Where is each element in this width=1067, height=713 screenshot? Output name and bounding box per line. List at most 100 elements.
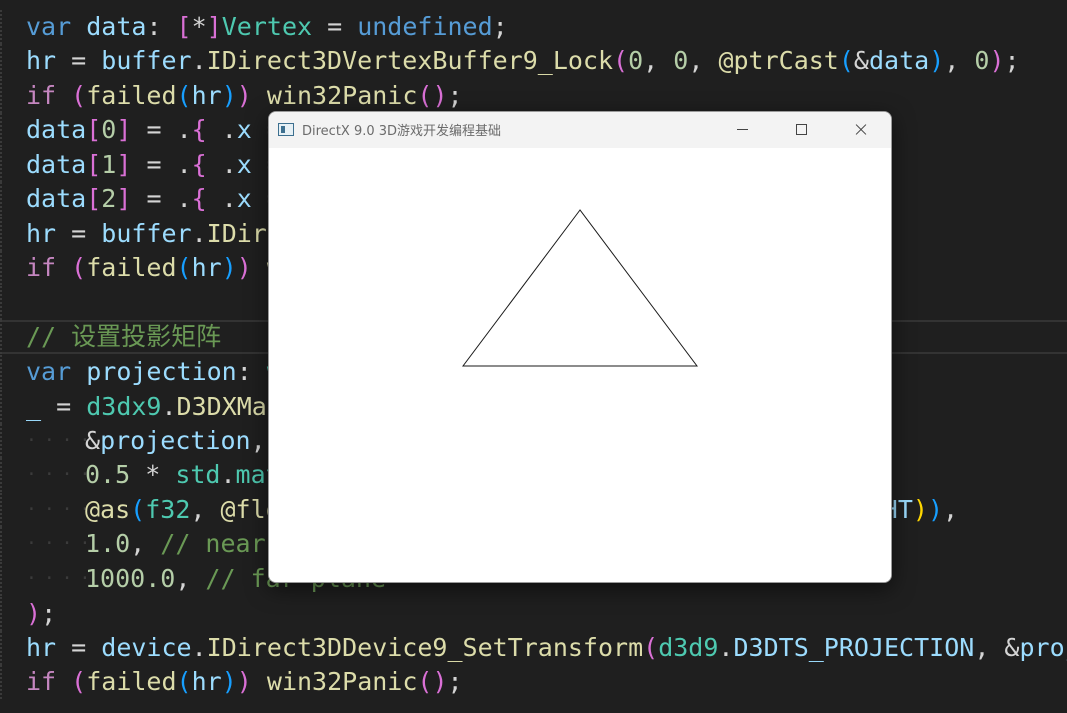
code-token: data <box>26 150 87 179</box>
indent-guide <box>0 424 16 458</box>
code-token: : <box>146 12 177 41</box>
code-text: hr = device.IDirect3DDevice9_SetTransfor… <box>26 631 1067 665</box>
indent-guide <box>0 286 16 320</box>
indent-guide <box>0 148 16 182</box>
code-token: ; <box>447 81 463 110</box>
code-token: 1 <box>101 150 117 179</box>
indent-guide <box>0 10 16 44</box>
code-token: , <box>688 46 719 75</box>
code-token: . <box>176 115 192 144</box>
code-token: 1000.0 <box>85 564 176 593</box>
code-token: , <box>944 46 975 75</box>
code-token: ] <box>206 12 222 41</box>
code-token: = <box>56 633 102 662</box>
code-token: , <box>943 495 959 524</box>
code-token: = <box>131 184 177 213</box>
code-text: var data: [*]Vertex = undefined; <box>26 10 508 44</box>
code-text: data[2] = .{ .x = <box>26 182 282 216</box>
code-token: , <box>250 426 266 455</box>
code-token: , <box>130 529 161 558</box>
code-token: & <box>1004 633 1020 662</box>
code-token: win32Panic <box>266 81 418 110</box>
code-text: 0.5 * std.mat <box>85 458 281 492</box>
code-token: @ptrCast <box>718 46 839 75</box>
code-token: [ <box>176 12 192 41</box>
code-token: d3d9 <box>658 633 719 662</box>
code-token: projection <box>100 426 251 455</box>
code-token: . <box>176 184 192 213</box>
code-token: ) <box>929 46 945 75</box>
code-token: failed <box>86 81 177 110</box>
code-token: hr <box>191 81 222 110</box>
code-token: data <box>868 46 930 75</box>
code-token: = <box>56 46 102 75</box>
code-token: var <box>26 357 87 386</box>
code-token: . <box>206 150 237 179</box>
code-token: IDirect3DDevice9_SetTransform <box>206 633 644 662</box>
code-token: failed <box>86 253 177 282</box>
code-text: 1.0, // near <box>85 527 266 561</box>
code-text: data[1] = .{ .x = <box>26 148 282 182</box>
code-token: hr <box>26 219 57 248</box>
code-token: ( <box>71 81 87 110</box>
code-token: ) <box>26 599 42 628</box>
code-token: ( <box>176 81 192 110</box>
code-token: data <box>26 184 87 213</box>
indent-guide <box>0 79 16 113</box>
render-area[interactable] <box>269 148 891 582</box>
code-token: () <box>417 81 448 110</box>
code-token: ] <box>116 150 132 179</box>
code-token: ] <box>116 115 132 144</box>
code-token: IDirect3DVertexBuffer9_Lock <box>206 46 614 75</box>
code-token: { <box>191 115 207 144</box>
window-title: DirectX 9.0 3D游戏开发编程基础 <box>302 124 502 139</box>
code-token: _ <box>26 392 42 421</box>
code-token: , <box>974 633 1005 662</box>
code-token: : <box>236 357 267 386</box>
rendered-triangle <box>462 209 698 367</box>
code-token: { <box>191 150 207 179</box>
code-token: ( <box>71 667 87 696</box>
code-token: x <box>236 184 252 213</box>
code-token: . <box>718 633 734 662</box>
indent-guide <box>0 665 16 699</box>
code-token: , <box>175 564 206 593</box>
minimize-button[interactable] <box>719 112 765 148</box>
code-text: &projection, <box>85 424 266 458</box>
code-token: ) <box>236 667 252 696</box>
indent-guide <box>0 493 16 527</box>
close-button[interactable] <box>837 112 883 148</box>
code-token: std <box>175 460 221 489</box>
code-token: if <box>26 81 72 110</box>
code-token: 0 <box>974 46 990 75</box>
code-token: proj <box>1019 633 1067 662</box>
indent-guide <box>0 44 16 78</box>
window-titlebar[interactable]: DirectX 9.0 3D游戏开发编程基础 <box>269 112 891 148</box>
code-token: failed <box>86 667 177 696</box>
code-token: f32 <box>145 495 191 524</box>
directx-window[interactable]: DirectX 9.0 3D游戏开发编程基础 <box>268 111 892 583</box>
code-token: 0 <box>101 115 117 144</box>
code-token: . <box>176 150 192 179</box>
code-token: buffer <box>101 219 192 248</box>
maximize-button[interactable] <box>778 112 824 148</box>
code-token: ) <box>221 81 237 110</box>
code-token: & <box>853 46 869 75</box>
code-token: var <box>26 12 87 41</box>
whitespace-marker: ···· <box>26 499 98 520</box>
code-text: hr = buffer.IDirect3DVertexBuffer9_Lock(… <box>26 44 1020 78</box>
code-token: = <box>41 392 87 421</box>
code-token: , <box>643 46 674 75</box>
code-token: ) <box>221 667 237 696</box>
indent-guide <box>0 527 16 561</box>
code-token: 0 <box>628 46 644 75</box>
code-token: hr <box>191 667 222 696</box>
code-token: * <box>130 460 176 489</box>
code-token: undefined <box>357 12 493 41</box>
code-token: @as <box>85 495 131 524</box>
code-token: d3dx9 <box>86 392 162 421</box>
code-token: ; <box>1004 46 1020 75</box>
